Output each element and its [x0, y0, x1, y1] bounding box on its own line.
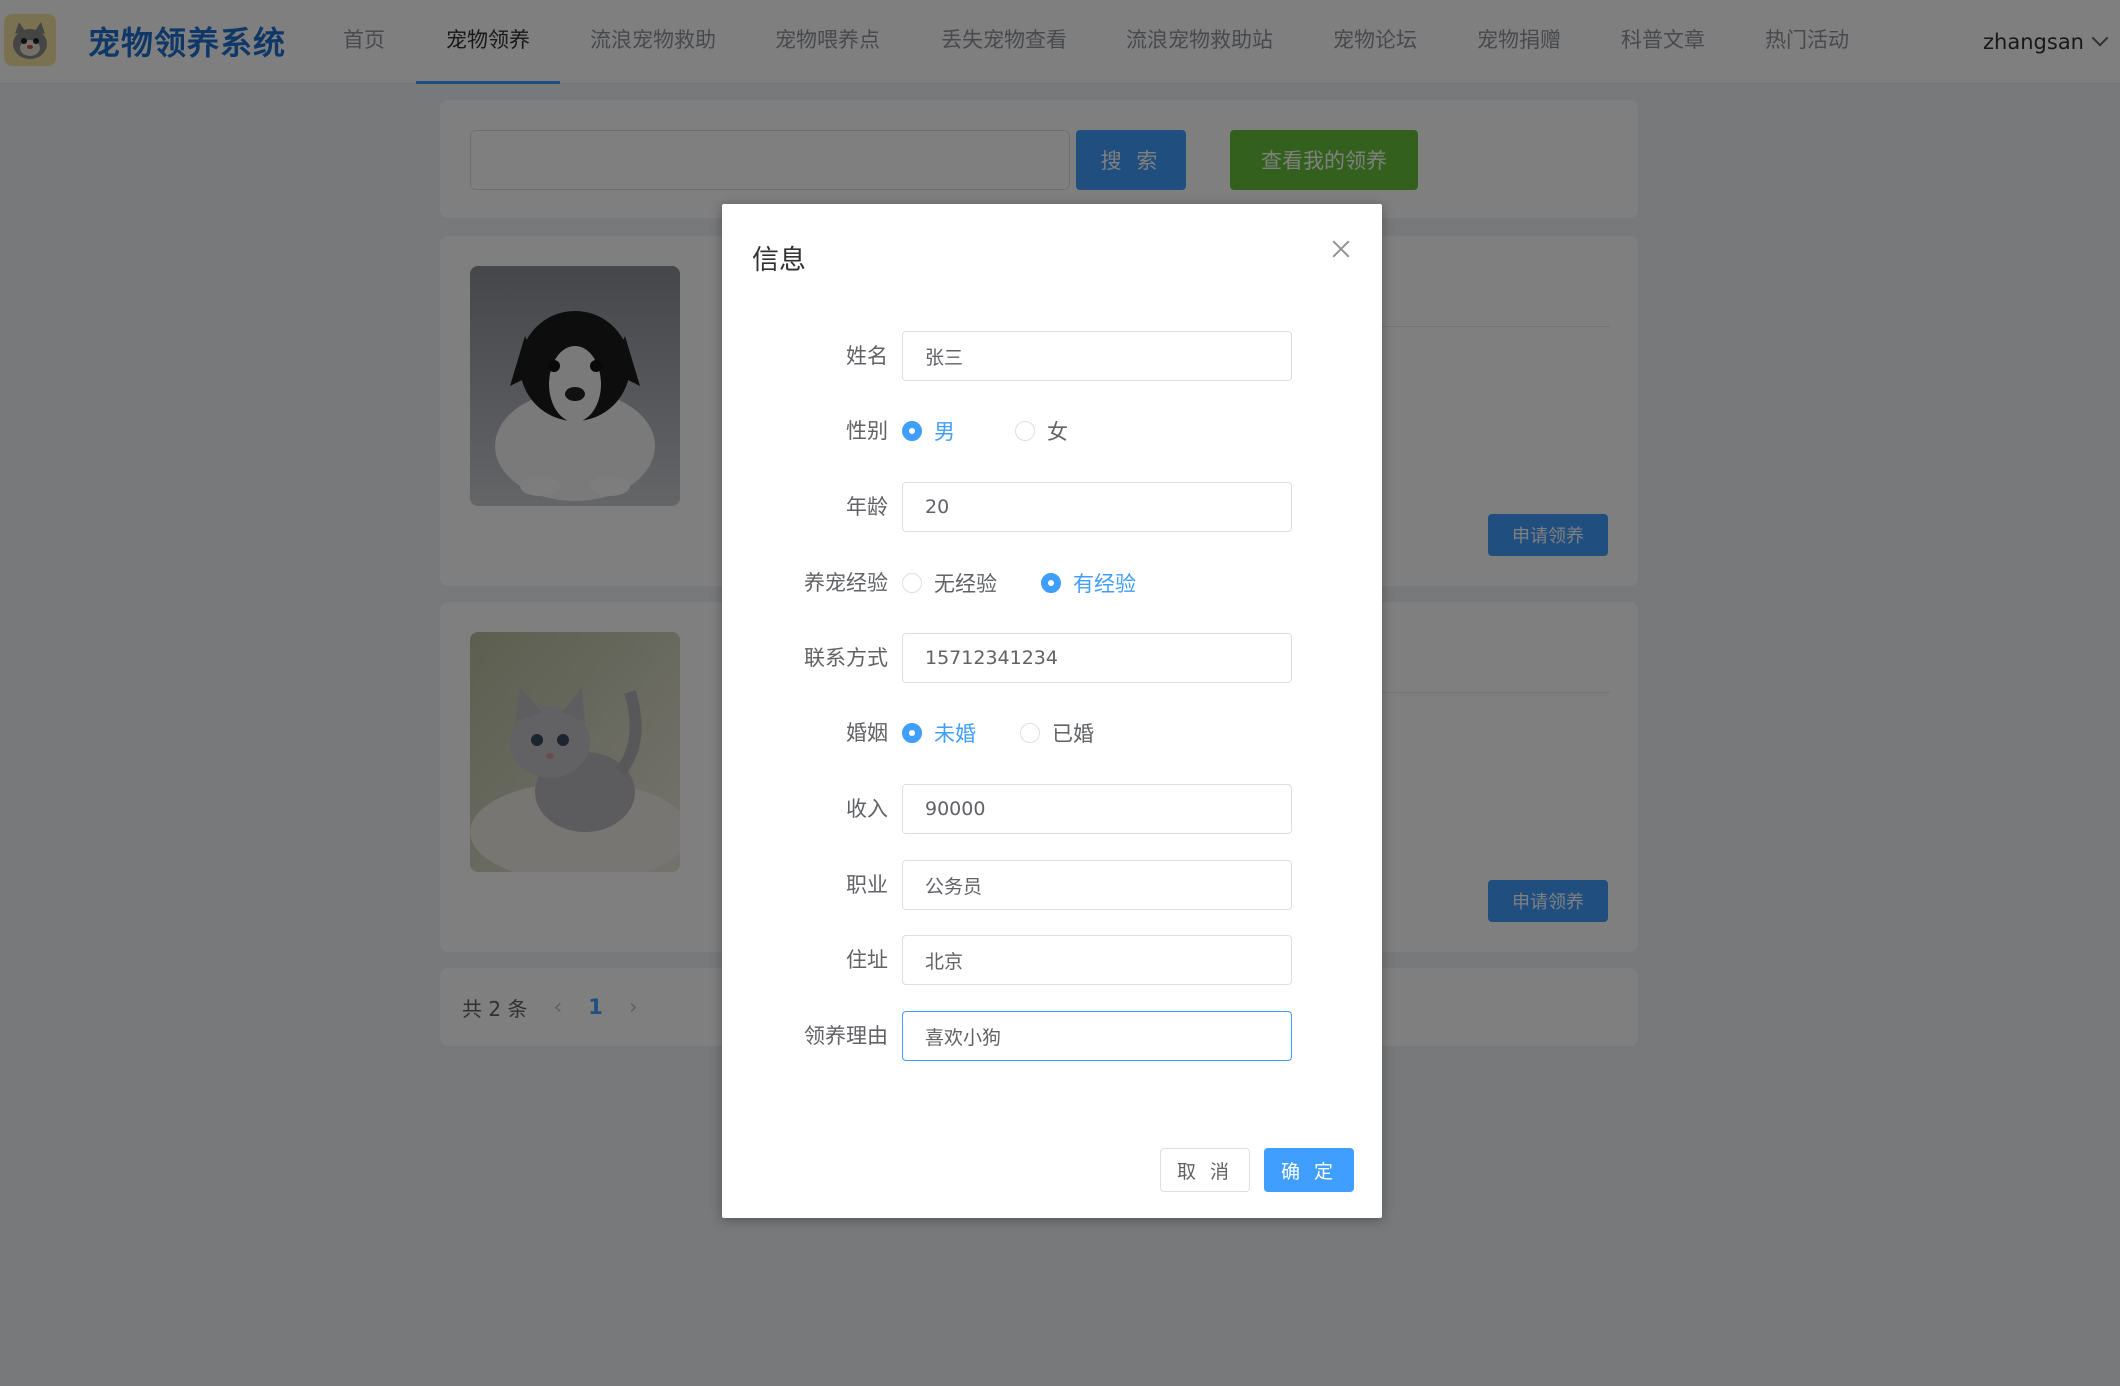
income-field[interactable] [902, 784, 1292, 834]
contact-field[interactable] [902, 633, 1292, 683]
radio-checked-icon [902, 723, 922, 743]
gender-radio-group: 男 女 [902, 406, 1068, 456]
form-row-gender: 性别 男 女 [722, 406, 1382, 456]
form-row-address: 住址 [722, 935, 1382, 985]
marriage-label: 婚姻 [846, 721, 888, 745]
income-label: 收入 [846, 797, 888, 821]
occupation-label: 职业 [846, 873, 888, 897]
form-row-contact: 联系方式 [722, 633, 1382, 683]
radio-label: 女 [1047, 420, 1068, 444]
address-label: 住址 [846, 948, 888, 972]
adoption-info-dialog: 信息 姓名 性别 男 女 年龄 养宠经验 无经验 [722, 204, 1382, 1218]
form-row-name: 姓名 [722, 331, 1382, 381]
radio-checked-icon [1041, 573, 1061, 593]
form-row-age: 年龄 [722, 482, 1382, 532]
gender-label: 性别 [846, 419, 888, 443]
name-label: 姓名 [846, 344, 888, 368]
form-row-marriage: 婚姻 未婚 已婚 [722, 708, 1382, 758]
form-row-experience: 养宠经验 无经验 有经验 [722, 558, 1382, 608]
form-row-income: 收入 [722, 784, 1382, 834]
radio-label: 未婚 [934, 722, 976, 746]
address-field[interactable] [902, 935, 1292, 985]
form-row-reason: 领养理由 [722, 1011, 1382, 1061]
radio-label: 男 [934, 420, 955, 444]
name-field[interactable] [902, 331, 1292, 381]
experience-yes-radio[interactable]: 有经验 [1041, 568, 1136, 598]
marriage-radio-group: 未婚 已婚 [902, 708, 1094, 758]
radio-label: 无经验 [934, 572, 997, 596]
marriage-married-radio[interactable]: 已婚 [1020, 718, 1094, 748]
confirm-button[interactable]: 确 定 [1264, 1148, 1354, 1192]
radio-unchecked-icon [902, 573, 922, 593]
reason-field[interactable] [902, 1011, 1292, 1061]
close-icon[interactable] [1326, 234, 1356, 264]
radio-checked-icon [902, 421, 922, 441]
marriage-single-radio[interactable]: 未婚 [902, 718, 976, 748]
gender-male-radio[interactable]: 男 [902, 416, 955, 446]
age-field[interactable] [902, 482, 1292, 532]
age-label: 年龄 [846, 495, 888, 519]
experience-none-radio[interactable]: 无经验 [902, 568, 997, 598]
occupation-field[interactable] [902, 860, 1292, 910]
experience-radio-group: 无经验 有经验 [902, 558, 1136, 608]
radio-label: 已婚 [1052, 722, 1094, 746]
form-row-occupation: 职业 [722, 860, 1382, 910]
cancel-button[interactable]: 取 消 [1160, 1148, 1250, 1192]
contact-label: 联系方式 [804, 646, 888, 670]
radio-unchecked-icon [1015, 421, 1035, 441]
radio-label: 有经验 [1073, 572, 1136, 596]
radio-unchecked-icon [1020, 723, 1040, 743]
gender-female-radio[interactable]: 女 [1015, 416, 1068, 446]
experience-label: 养宠经验 [804, 571, 888, 595]
reason-label: 领养理由 [804, 1024, 888, 1048]
dialog-title: 信息 [752, 245, 806, 276]
